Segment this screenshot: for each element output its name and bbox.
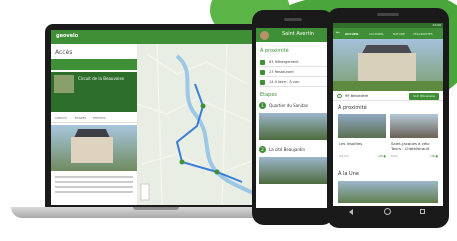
- phone-speaker: [377, 13, 399, 16]
- castle: [358, 53, 416, 83]
- list-item-label: 83 Hébergement: [269, 60, 299, 64]
- bed-icon: [260, 60, 265, 65]
- phone-speaker: [284, 18, 302, 21]
- tab-bar: ← ACCUEIL CULTUREL NATURE VÉLOROUTES: [333, 28, 443, 39]
- map-view[interactable]: [137, 44, 257, 205]
- tab-etapes[interactable]: ÉTAPES: [75, 116, 86, 120]
- tab-accueil[interactable]: ACCUEIL: [345, 32, 359, 36]
- eye-icon: [337, 94, 342, 98]
- status-time: 12:00: [432, 23, 441, 27]
- card-badge: ~98 ●: [428, 154, 438, 158]
- poi-marker[interactable]: [214, 169, 220, 175]
- promo-scene: geovelo Accès Circuit de la Beauvoise CI…: [0, 0, 457, 241]
- tab-veloroutes[interactable]: VÉLOROUTES: [413, 32, 433, 36]
- app-header: Saint Avertin: [256, 28, 330, 42]
- eye-icon: [260, 80, 265, 85]
- stage-photo[interactable]: [259, 113, 327, 140]
- back-arrow-icon[interactable]: ←: [336, 30, 340, 36]
- poi-marker[interactable]: [179, 159, 185, 165]
- tab-culturel[interactable]: CULTUREL: [369, 32, 384, 36]
- stage-item[interactable]: 2 La cité Beaujardin: [259, 145, 327, 155]
- map-svg: [137, 44, 257, 205]
- section-title: Etapes: [260, 92, 278, 98]
- card-distance: 8 km: [391, 154, 399, 158]
- zoom-control[interactable]: [140, 183, 150, 201]
- city-avatar: [260, 31, 269, 40]
- laptop-notch: [133, 207, 179, 210]
- card-image: [338, 114, 386, 138]
- list-item[interactable]: 14 À faire - À voir: [259, 78, 327, 87]
- section-title: À la Une: [338, 171, 359, 177]
- lawn: [333, 81, 443, 91]
- restaurant-icon: [260, 70, 265, 75]
- route-title: Circuit de la Beauvoise: [78, 76, 124, 81]
- card-meta: 8 km ~98 ●: [391, 154, 438, 158]
- card-title: Les insolites: [339, 141, 363, 146]
- list-item[interactable]: 23 Restaurant: [259, 68, 327, 77]
- card-meta: 4/1 km ~98 ●: [339, 154, 386, 158]
- laptop-screen: geovelo Accès Circuit de la Beauvoise CI…: [51, 30, 257, 205]
- itinerary-button[interactable]: Voir l'itinéraire: [409, 93, 439, 100]
- stage-photo[interactable]: [259, 157, 327, 184]
- back-icon[interactable]: [349, 209, 353, 215]
- header-title: Saint Avertin: [282, 31, 315, 37]
- list-item[interactable]: 83 Hébergement: [259, 58, 327, 67]
- route-photo: [51, 125, 137, 171]
- card-title: Saint-Jacques à vélo Tours - Châtellerau…: [391, 141, 430, 151]
- description-text: [55, 176, 133, 178]
- page-title: Accès: [55, 49, 73, 56]
- route-tabs: CIRCUIT ÉTAPES PHOTOS: [51, 115, 137, 123]
- phone-right-screen: 12:00 ← ACCUEIL CULTUREL NATURE VÉLOROUT…: [333, 23, 443, 206]
- phone-left: Saint Avertin À proximité 83 Hébergement…: [252, 10, 334, 225]
- featured-image[interactable]: [338, 181, 438, 203]
- card-distance: 4/1 km: [339, 154, 349, 158]
- home-icon[interactable]: [384, 208, 391, 215]
- stage-number: 2: [259, 146, 266, 153]
- list-item[interactable]: Circuit de la Beauvoise: [51, 72, 137, 112]
- section-title: À proximité: [338, 105, 367, 111]
- card-badge: ~98 ●: [376, 154, 386, 158]
- android-nav-bar: [327, 206, 449, 218]
- section-title: À proximité: [260, 48, 289, 54]
- route-thumbnail: [54, 75, 74, 93]
- app-logo[interactable]: geovelo: [56, 33, 78, 39]
- phone-right: 12:00 ← ACCUEIL CULTUREL NATURE VÉLOROUT…: [327, 8, 449, 228]
- visits-label: 99 Belvedere: [345, 94, 369, 98]
- web-header: geovelo: [51, 30, 257, 44]
- recent-apps-icon[interactable]: [420, 209, 425, 214]
- house: [71, 137, 113, 163]
- phone-left-screen: Saint Avertin À proximité 83 Hébergement…: [256, 28, 330, 208]
- tab-nature[interactable]: NATURE: [393, 32, 405, 36]
- stage-item[interactable]: 1 Quartier du Sanitas: [259, 101, 327, 111]
- laptop: geovelo Accès Circuit de la Beauvoise CI…: [45, 24, 263, 209]
- stage-label: Quartier du Sanitas: [269, 103, 308, 108]
- list-item-label: 14 À faire - À voir: [269, 80, 300, 84]
- filter-bar[interactable]: [51, 59, 137, 70]
- stage-number: 1: [259, 102, 266, 109]
- poi-marker[interactable]: [200, 103, 206, 109]
- action-row: 99 Belvedere Voir l'itinéraire: [333, 91, 443, 101]
- card-image: [390, 114, 438, 138]
- tab-photos[interactable]: PHOTOS: [93, 116, 106, 120]
- route-panel: Accès Circuit de la Beauvoise CIRCUIT ÉT…: [51, 44, 137, 205]
- tab-circuit[interactable]: CIRCUIT: [55, 116, 67, 120]
- stage-label: La cité Beaujardin: [269, 147, 306, 152]
- list-item-label: 23 Restaurant: [269, 70, 294, 74]
- hero-image: [333, 39, 443, 91]
